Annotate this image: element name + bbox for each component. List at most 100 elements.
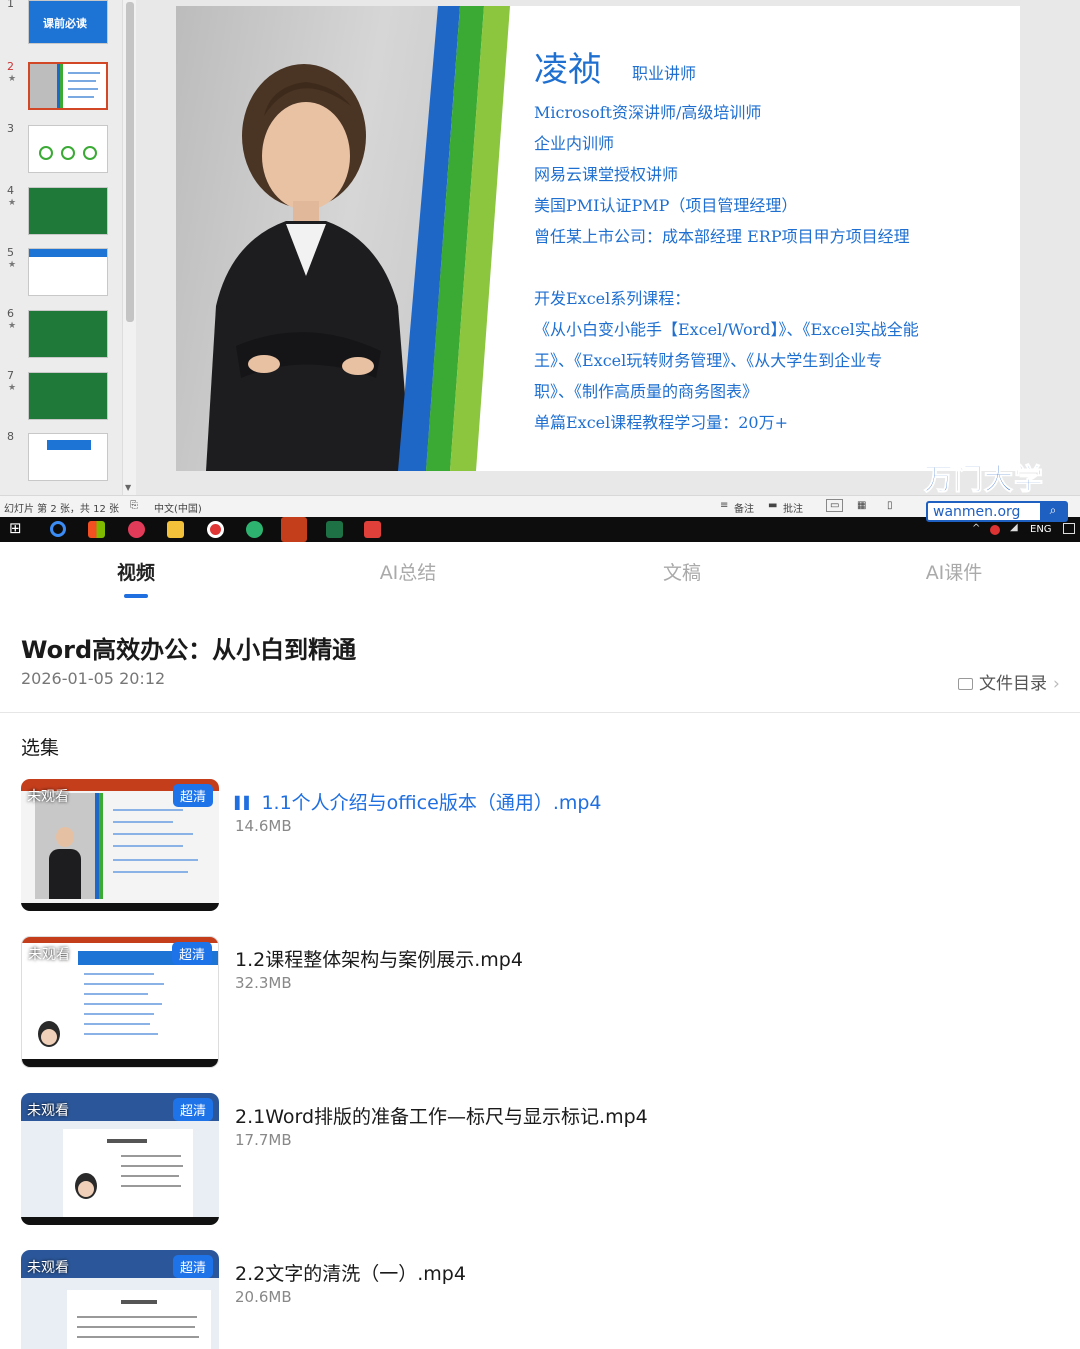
camera-app-icon[interactable] — [128, 521, 145, 538]
thumbnail-star: ★ — [8, 321, 17, 331]
instructor-role: 职业讲师 — [632, 64, 697, 83]
powerpoint-icon[interactable] — [281, 517, 307, 542]
thumbnail-star: ★ — [8, 260, 17, 270]
slide-thumbnail-7[interactable] — [28, 372, 108, 420]
tray-record-icon[interactable] — [990, 525, 1000, 535]
unwatched-label: 未观看 — [28, 947, 70, 963]
instructor-name: 凌祯 — [534, 50, 602, 90]
notes-icon[interactable]: ≡ — [720, 500, 728, 511]
windows-start-icon[interactable]: ⊞ — [9, 519, 26, 537]
windows-taskbar: ⊞ ^ ◢ ENG — [0, 517, 1080, 542]
thumbnail-star: ★ — [8, 74, 17, 84]
content-tabs: 视频 AI总结 文稿 AI课件 — [0, 542, 1080, 604]
slide-thumbnail-8[interactable] — [28, 433, 108, 481]
slide-line: 开发Excel系列课程： — [534, 289, 691, 308]
tab-video[interactable]: 视频 — [66, 558, 206, 585]
slide-thumbnail-panel: 1 课前必读 2 ★ 3 4 ★ 5 ★ 6 ★ 7 ★ 8 — [0, 0, 122, 495]
thumbnail-number: 4 — [7, 184, 14, 197]
folder-icon — [958, 678, 973, 690]
quality-badge: 超清 — [172, 1255, 213, 1278]
slide-thumbnail-2[interactable] — [28, 62, 108, 110]
episode-title-2[interactable]: 1.2课程整体架构与案例展示.mp4 — [235, 945, 523, 972]
notes-button[interactable]: 备注 — [734, 500, 754, 515]
powerpoint-status-bar: 幻灯片 第 2 张，共 12 张 ⎘ 中文(中国) ≡ 备注 ▬ 批注 ▭ ▦ … — [0, 495, 1080, 517]
slide-line: 曾任某上市公司：成本部经理 ERP项目甲方项目经理 — [534, 227, 910, 246]
app-icon[interactable] — [364, 521, 381, 538]
thumbnail-number: 3 — [7, 122, 14, 135]
episode-thumbnail-2[interactable]: 未观看 超清 — [21, 936, 219, 1068]
slide-sorter-icon[interactable]: ▦ — [857, 500, 866, 511]
slide-line: 单篇Excel课程教程学习量：20万+ — [534, 413, 789, 432]
slide-line: Microsoft资深讲师/高级培训师 — [534, 103, 762, 122]
now-playing-icon: ▌▌ — [235, 796, 254, 810]
scroll-down-arrow-icon[interactable]: ▼ — [125, 483, 131, 492]
search-icon[interactable] — [50, 521, 66, 537]
spellcheck-icon[interactable]: ⎘ — [130, 500, 138, 511]
episode-title-4[interactable]: 2.2文字的清洗（一）.mp4 — [235, 1259, 466, 1286]
reading-view-icon[interactable]: ▯ — [887, 500, 893, 511]
thumbnail-number: 7 — [7, 369, 14, 382]
slide-thumbnail-4[interactable] — [28, 187, 108, 235]
course-title: Word高效办公：从小白到精通 — [21, 636, 357, 664]
episode-list-heading: 选集 — [21, 737, 60, 759]
slide-thumbnail-1[interactable]: 课前必读 — [28, 0, 108, 44]
brand-search-icon: ⌕ — [1040, 503, 1066, 520]
thumbnail-star: ★ — [8, 198, 17, 208]
thumbnail-star: ★ — [8, 383, 17, 393]
video-player[interactable]: 1 课前必读 2 ★ 3 4 ★ 5 ★ 6 ★ 7 ★ 8 ▼ 凌祯 职业讲师… — [0, 0, 1080, 542]
tab-ai-courseware[interactable]: AI课件 — [884, 558, 1024, 585]
thumbnail-number: 5 — [7, 246, 14, 259]
slide-thumbnail-3[interactable] — [28, 125, 108, 173]
thumbnail-scrollbar[interactable]: ▼ — [122, 0, 136, 495]
quality-badge: 超清 — [172, 1098, 213, 1121]
episode-size-2: 32.3MB — [235, 974, 292, 992]
normal-view-icon[interactable]: ▭ — [826, 499, 844, 512]
section-divider — [0, 712, 1080, 713]
slide-thumbnail-5[interactable] — [28, 248, 108, 296]
episode-size-3: 17.7MB — [235, 1131, 292, 1149]
comments-button[interactable]: 批注 — [783, 500, 803, 515]
active-tab-indicator — [124, 594, 148, 598]
quality-badge: 超清 — [171, 942, 212, 965]
tab-transcript[interactable]: 文稿 — [612, 558, 752, 585]
course-date: 2026-01-05 20:12 — [21, 669, 166, 688]
slide-line: 网易云课堂授权讲师 — [534, 165, 679, 184]
app-icon[interactable] — [246, 521, 263, 538]
brand-name: 万门大学 — [923, 462, 1045, 497]
app-icon[interactable] — [88, 521, 105, 538]
file-explorer-icon[interactable] — [167, 521, 184, 538]
episode-thumbnail-3[interactable]: 未观看 超清 — [21, 1093, 219, 1225]
presentation-slide: 凌祯 职业讲师 Microsoft资深讲师/高级培训师 企业内训师 网易云课堂授… — [176, 6, 1020, 471]
episode-title-3[interactable]: 2.1Word排版的准备工作—标尺与显示标记.mp4 — [235, 1102, 648, 1129]
episode-thumbnail-4[interactable]: 未观看 超清 — [21, 1250, 219, 1349]
episode-title-1[interactable]: ▌▌ 1.1个人介绍与office版本（通用）.mp4 — [235, 788, 602, 815]
thumbnail-label: 课前必读 — [43, 17, 87, 30]
unwatched-label: 未观看 — [27, 1103, 69, 1119]
wanmen-watermark: 万门大学 wanmen.org ⌕ — [922, 456, 1072, 526]
unwatched-label: 未观看 — [27, 789, 69, 805]
quality-badge: 超清 — [172, 784, 213, 807]
slide-line: 职》、《制作高质量的商务图表》 — [534, 382, 759, 401]
scrollbar-thumb[interactable] — [126, 2, 134, 322]
slide-line: 美国PMI认证PMP（项目管理经理） — [534, 196, 798, 215]
record-icon[interactable] — [207, 521, 224, 538]
slide-line: 企业内训师 — [534, 134, 615, 153]
excel-icon[interactable] — [326, 521, 343, 538]
slide-thumbnail-6[interactable] — [28, 310, 108, 358]
unwatched-label: 未观看 — [27, 1260, 69, 1276]
file-catalog-button[interactable]: 文件目录 › — [958, 669, 1060, 694]
file-catalog-label: 文件目录 — [979, 674, 1047, 694]
thumbnail-number: 8 — [7, 430, 14, 443]
slide-line: 《从小白变小能手【Excel/Word】》、《Excel实战全能 — [534, 320, 919, 339]
slide-count-text: 幻灯片 第 2 张，共 12 张 — [4, 504, 119, 515]
thumbnail-number: 1 — [7, 0, 14, 10]
thumbnail-number: 2 — [7, 60, 14, 73]
slide-line: 王》、《Excel玩转财务管理》、《从大学生到企业专 — [534, 351, 883, 370]
tab-ai-summary[interactable]: AI总结 — [338, 558, 478, 585]
episode-title-text: 1.1个人介绍与office版本（通用）.mp4 — [261, 792, 602, 814]
episode-thumbnail-1[interactable]: 未观看 超清 — [21, 779, 219, 911]
thumbnail-number: 6 — [7, 307, 14, 320]
episode-size-1: 14.6MB — [235, 817, 292, 835]
language-text[interactable]: 中文(中国) — [154, 500, 202, 515]
comments-icon[interactable]: ▬ — [768, 500, 777, 511]
